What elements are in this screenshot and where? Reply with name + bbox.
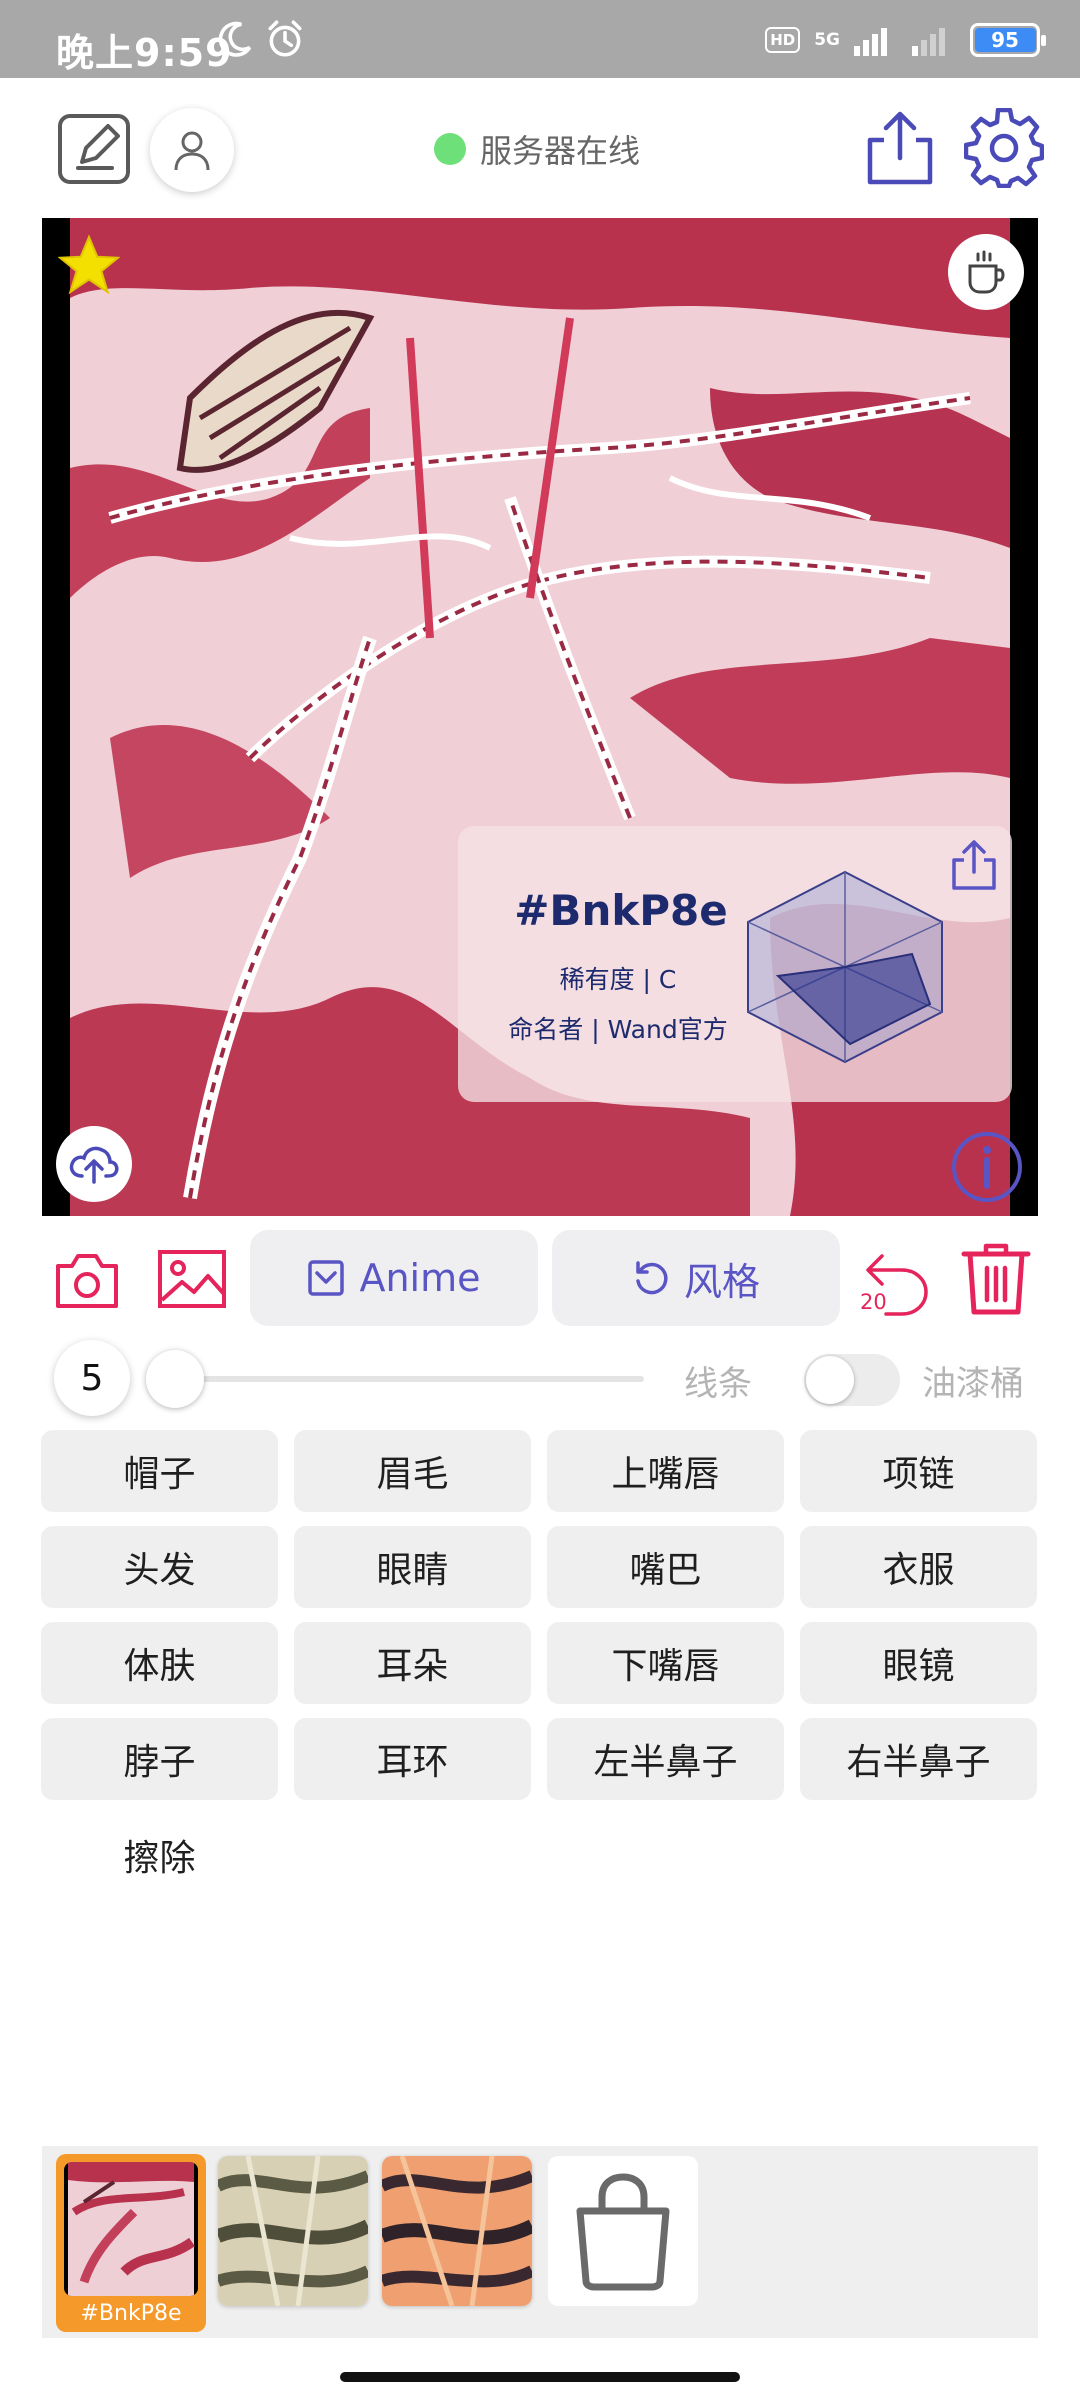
info-card: #BnkP8e 稀有度 | C 命名者 | Wand官方 — [458, 826, 1012, 1102]
settings-button[interactable] — [964, 108, 1044, 188]
label-skin[interactable]: 体肤 — [41, 1622, 278, 1704]
history-item-selected[interactable]: #BnkP8e — [56, 2154, 206, 2332]
label-erase[interactable]: 擦除 — [41, 1814, 278, 1896]
label-grid: 帽子 眉毛 上嘴唇 项链 头发 眼睛 嘴巴 衣服 体肤 耳朵 下嘴唇 眼镜 脖子… — [41, 1430, 1037, 1896]
rarity-label: 稀有度 | C — [559, 965, 677, 994]
label-right-nose[interactable]: 右半鼻子 — [800, 1718, 1037, 1800]
home-indicator[interactable] — [340, 2372, 740, 2382]
brush-size-slider[interactable] — [164, 1376, 644, 1382]
label-upper-lip[interactable]: 上嘴唇 — [547, 1430, 784, 1512]
shop-button[interactable] — [548, 2156, 698, 2306]
alarm-icon — [268, 20, 302, 57]
history-strip: #BnkP8e — [42, 2146, 1038, 2338]
undo-count: 20 — [860, 1290, 887, 1314]
anime-label: Anime — [359, 1256, 481, 1300]
favorite-star-icon[interactable] — [58, 234, 120, 296]
undo-button[interactable]: 20 — [856, 1246, 932, 1318]
label-mouth[interactable]: 嘴巴 — [547, 1526, 784, 1608]
brush-size-slider-thumb[interactable] — [146, 1350, 204, 1408]
toggle-knob — [806, 1356, 854, 1404]
gallery-button[interactable] — [156, 1248, 228, 1310]
brush-controls: 5 线条 油漆桶 — [0, 1336, 1080, 1420]
hd-badge: HD — [765, 27, 801, 53]
coffee-icon — [968, 250, 1005, 294]
signal-weak-icon — [912, 28, 945, 56]
coffee-button[interactable] — [948, 234, 1024, 310]
battery-level: 95 — [991, 28, 1019, 52]
online-indicator — [434, 133, 466, 165]
artwork-code: #BnkP8e — [514, 886, 728, 935]
label-eyebrow[interactable]: 眉毛 — [294, 1430, 531, 1512]
toolbar: Anime 风格 20 — [0, 1224, 1080, 1334]
style-button[interactable]: 风格 — [552, 1230, 840, 1326]
history-thumbnail-3 — [382, 2156, 532, 2306]
anime-button[interactable]: Anime — [250, 1230, 538, 1326]
user-icon — [174, 131, 210, 171]
moon-icon — [218, 21, 252, 57]
refresh-icon — [636, 1261, 668, 1295]
label-eyes[interactable]: 眼睛 — [294, 1526, 531, 1608]
label-clothes[interactable]: 衣服 — [800, 1526, 1037, 1608]
label-glasses[interactable]: 眼镜 — [800, 1622, 1037, 1704]
status-time: 晚上9:59 — [56, 31, 233, 75]
label-lower-lip[interactable]: 下嘴唇 — [547, 1622, 784, 1704]
history-item[interactable] — [382, 2156, 532, 2306]
attribute-hexagon-chart — [747, 870, 943, 1064]
label-ears[interactable]: 耳朵 — [294, 1622, 531, 1704]
label-earrings[interactable]: 耳环 — [294, 1718, 531, 1800]
edit-button[interactable] — [56, 110, 134, 188]
bucket-mode-label: 油漆桶 — [922, 1364, 1024, 1404]
cloud-upload-button[interactable] — [56, 1126, 132, 1202]
status-bar: 晚上9:59 HD 5G 95 — [0, 0, 1080, 78]
checkbox-icon — [308, 1260, 345, 1296]
signal-icon — [854, 28, 887, 56]
bucket-toggle[interactable] — [804, 1354, 900, 1406]
cloud-upload-icon — [69, 1146, 119, 1184]
delete-button[interactable] — [960, 1240, 1032, 1316]
history-selected-caption: #BnkP8e — [80, 2301, 182, 2326]
namer-label: 命名者 | Wand官方 — [508, 1015, 728, 1044]
label-neck[interactable]: 脖子 — [41, 1718, 278, 1800]
shopping-bag-icon — [576, 2173, 670, 2291]
camera-button[interactable] — [54, 1250, 120, 1310]
label-necklace[interactable]: 项链 — [800, 1430, 1037, 1512]
history-thumbnail-1 — [64, 2162, 198, 2296]
server-status: 服务器在线 — [434, 126, 640, 172]
network-label: 5G — [814, 29, 840, 50]
label-hair[interactable]: 头发 — [41, 1526, 278, 1608]
brush-size-badge: 5 — [54, 1340, 130, 1416]
battery-icon: 95 — [970, 23, 1046, 57]
share-button[interactable] — [862, 108, 938, 188]
info-button[interactable] — [950, 1130, 1024, 1204]
drawing-canvas[interactable]: #BnkP8e 稀有度 | C 命名者 | Wand官方 — [42, 218, 1038, 1216]
label-hat[interactable]: 帽子 — [41, 1430, 278, 1512]
line-mode-label: 线条 — [684, 1364, 752, 1404]
server-status-text: 服务器在线 — [480, 132, 641, 170]
style-label: 风格 — [683, 1259, 760, 1304]
user-button[interactable] — [150, 108, 234, 192]
history-item[interactable] — [218, 2156, 368, 2306]
history-thumbnail-2 — [218, 2156, 368, 2306]
top-bar: 服务器在线 — [0, 78, 1080, 218]
label-left-nose[interactable]: 左半鼻子 — [547, 1718, 784, 1800]
